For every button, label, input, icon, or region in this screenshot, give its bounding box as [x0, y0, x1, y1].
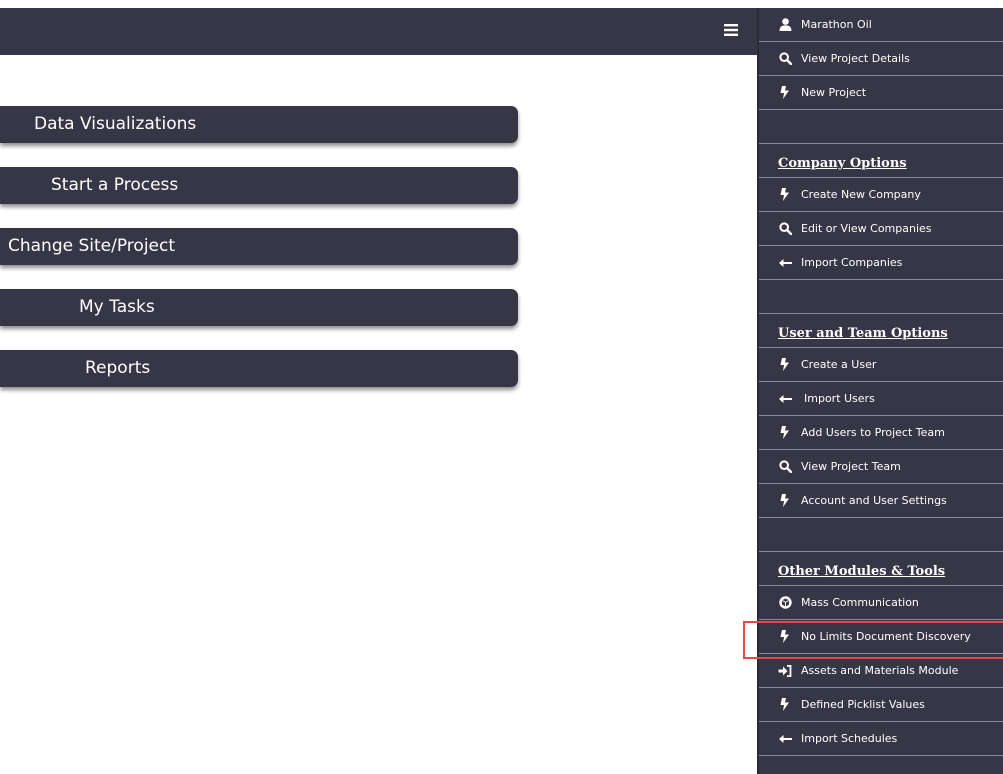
sidebar-item-label: Import Users	[804, 392, 875, 405]
sidebar-item-create-user[interactable]: Create a User	[759, 348, 1003, 382]
sidebar-item-view-project-details[interactable]: View Project Details	[759, 42, 1003, 76]
top-bar	[0, 8, 757, 55]
sidebar: Marathon Oil View Project Details New Pr…	[757, 8, 1003, 774]
cube-icon	[778, 596, 792, 610]
reports-button[interactable]: Reports	[0, 350, 518, 387]
sidebar-item-label: Create New Company	[801, 188, 921, 201]
sidebar-item-label: Account and User Settings	[801, 494, 947, 507]
bolt-icon	[778, 86, 792, 100]
sidebar-spacer	[759, 518, 1003, 552]
search-icon	[778, 52, 792, 66]
sidebar-item-picklist-values[interactable]: Defined Picklist Values	[759, 688, 1003, 722]
data-visualizations-button[interactable]: Data Visualizations	[0, 106, 518, 143]
sidebar-item-label: View Project Details	[801, 52, 910, 65]
arrow-left-icon	[778, 732, 792, 746]
sidebar-item-label: Edit or View Companies	[801, 222, 932, 235]
sidebar-item-label: View Project Team	[801, 460, 901, 473]
sign-in-icon	[778, 664, 792, 678]
bolt-icon	[778, 494, 792, 508]
sidebar-item-label: Create a User	[801, 358, 877, 371]
bolt-icon	[778, 358, 792, 372]
sidebar-item-import-schedules[interactable]: Import Schedules	[759, 722, 1003, 756]
sidebar-item-no-limits-discovery[interactable]: No Limits Document Discovery	[759, 620, 1003, 654]
sidebar-item-add-users-team[interactable]: Add Users to Project Team	[759, 416, 1003, 450]
sidebar-item-view-project-team[interactable]: View Project Team	[759, 450, 1003, 484]
sidebar-spacer	[759, 280, 1003, 314]
user-icon	[778, 18, 792, 32]
sidebar-item-create-company[interactable]: Create New Company	[759, 178, 1003, 212]
company-options-header: Company Options	[759, 144, 1003, 178]
bolt-icon	[778, 188, 792, 202]
sidebar-item-mass-communication[interactable]: Mass Communication	[759, 586, 1003, 620]
search-icon	[778, 222, 792, 236]
sidebar-item-label: Import Companies	[801, 256, 903, 269]
search-icon	[778, 460, 792, 474]
bolt-icon	[778, 426, 792, 440]
change-site-project-button[interactable]: Change Site/Project	[0, 228, 518, 265]
sidebar-item-edit-companies[interactable]: Edit or View Companies	[759, 212, 1003, 246]
sidebar-item-label: Add Users to Project Team	[801, 426, 945, 439]
sidebar-item-import-users[interactable]: Import Users	[759, 382, 1003, 416]
sidebar-item-label: Assets and Materials Module	[801, 664, 959, 677]
sidebar-item-label: New Project	[801, 86, 867, 99]
sidebar-spacer	[759, 110, 1003, 144]
sidebar-item-label: Mass Communication	[801, 596, 919, 609]
sidebar-item-label: Import Schedules	[801, 732, 898, 745]
sidebar-item-user[interactable]: Marathon Oil	[759, 8, 1003, 42]
sidebar-item-label: No Limits Document Discovery	[801, 630, 971, 643]
sidebar-item-label: Defined Picklist Values	[801, 698, 925, 711]
sidebar-item-assets-materials[interactable]: Assets and Materials Module	[759, 654, 1003, 688]
other-modules-header: Other Modules & Tools	[759, 552, 1003, 586]
hamburger-menu-icon[interactable]	[720, 19, 742, 41]
bolt-icon	[778, 698, 792, 712]
sidebar-item-import-companies[interactable]: Import Companies	[759, 246, 1003, 280]
start-process-button[interactable]: Start a Process	[0, 167, 518, 204]
user-team-options-header: User and Team Options	[759, 314, 1003, 348]
my-tasks-button[interactable]: My Tasks	[0, 289, 518, 326]
sidebar-item-label: Marathon Oil	[801, 18, 872, 31]
sidebar-item-account-settings[interactable]: Account and User Settings	[759, 484, 1003, 518]
arrow-left-icon	[778, 392, 792, 406]
arrow-left-icon	[778, 256, 792, 270]
sidebar-item-new-project[interactable]: New Project	[759, 76, 1003, 110]
bolt-icon	[778, 630, 792, 644]
